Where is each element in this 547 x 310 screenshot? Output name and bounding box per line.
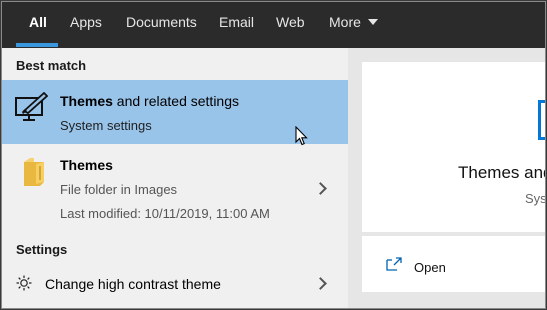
- open-icon: [386, 257, 402, 276]
- search-window: All Apps Documents Email Web More Best m…: [1, 1, 546, 309]
- chevron-down-icon[interactable]: [368, 19, 378, 25]
- preview-actions: Open: [362, 236, 545, 292]
- folder-result[interactable]: Themes File folder in Images Last modifi…: [2, 146, 348, 234]
- folder-icon: [22, 156, 46, 193]
- chevron-right-icon[interactable]: [314, 182, 327, 195]
- tab-apps[interactable]: Apps: [70, 2, 102, 48]
- best-match-title: Themes and related settings: [60, 93, 240, 109]
- results-pane: Best match Themes and related settings S…: [2, 48, 348, 308]
- best-match-heading: Best match: [16, 58, 87, 73]
- preview-subtitle: Syste: [525, 191, 545, 206]
- open-action[interactable]: Open: [362, 236, 545, 292]
- best-match-result[interactable]: Themes and related settings System setti…: [2, 80, 348, 146]
- chevron-right-icon[interactable]: [314, 277, 327, 290]
- filter-bar: All Apps Documents Email Web More: [2, 2, 545, 48]
- folder-title: Themes: [60, 157, 113, 173]
- tab-all[interactable]: All: [29, 2, 47, 48]
- tab-documents[interactable]: Documents: [126, 2, 197, 48]
- tab-more[interactable]: More: [329, 2, 361, 48]
- active-tab-indicator: [16, 43, 58, 47]
- display-settings-icon: [14, 91, 49, 127]
- best-match-subtitle: System settings: [60, 118, 152, 133]
- brightness-icon: [16, 275, 32, 296]
- preview-title: Themes and: [458, 163, 546, 182]
- settings-item-label: Change high contrast theme: [45, 276, 221, 292]
- folder-subtitle: File folder in Images: [60, 182, 178, 197]
- folder-modified: Last modified: 10/11/2019, 11:00 AM: [60, 206, 270, 221]
- settings-item-high-contrast[interactable]: Change high contrast theme: [2, 264, 348, 304]
- preview-card: Themes and Syste: [362, 62, 545, 232]
- settings-heading: Settings: [16, 242, 68, 257]
- tab-email[interactable]: Email: [219, 2, 254, 48]
- tab-web[interactable]: Web: [276, 2, 305, 48]
- open-label: Open: [414, 260, 446, 275]
- display-settings-icon: [538, 100, 545, 140]
